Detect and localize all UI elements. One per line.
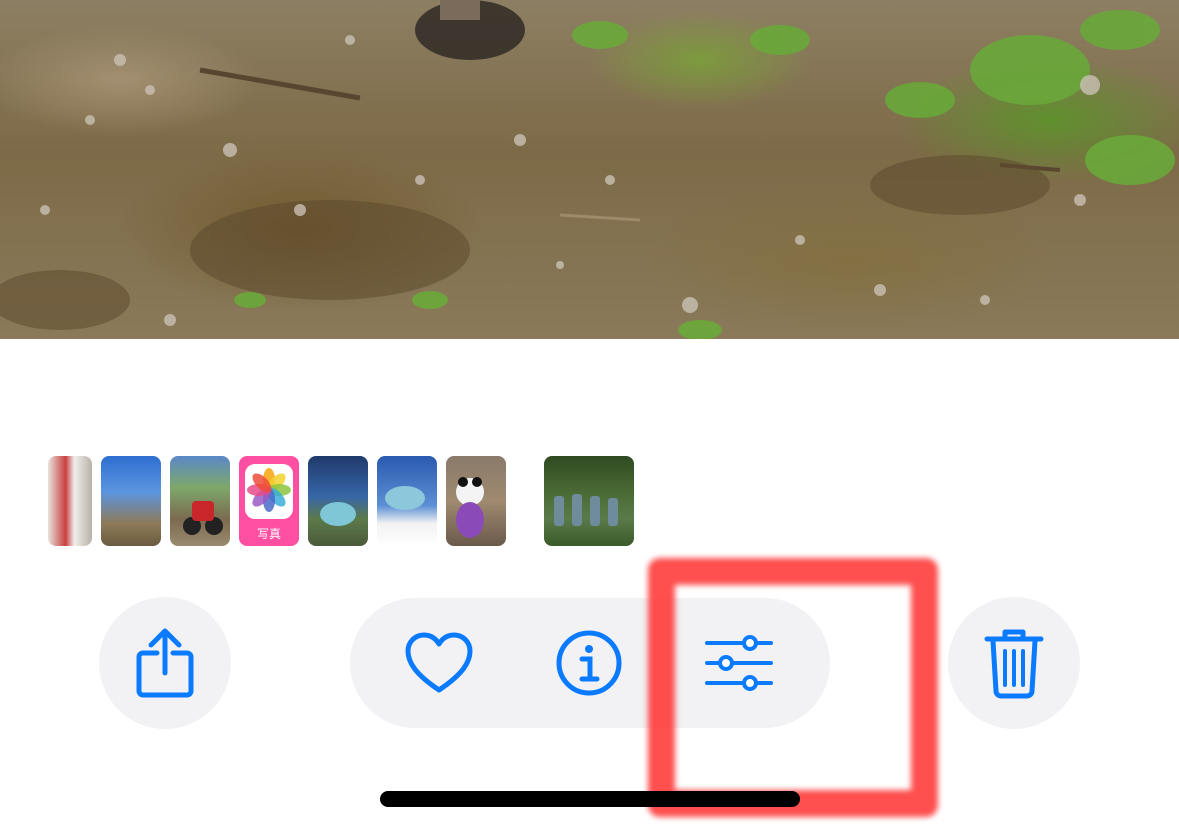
thumbnail[interactable] (170, 456, 230, 546)
info-icon (556, 630, 622, 696)
highlight-box (648, 558, 938, 817)
share-button[interactable] (99, 597, 231, 729)
photos-app-label: 写真 (256, 527, 281, 541)
info-button[interactable] (524, 598, 654, 728)
statues-icon (554, 494, 618, 526)
thumbnail[interactable] (48, 456, 92, 546)
trash-icon (984, 629, 1044, 699)
thumbnail[interactable] (101, 456, 161, 546)
delete-button[interactable] (948, 597, 1080, 729)
main-photo (0, 0, 1179, 339)
thumbnail-photos-app[interactable]: 写真 (239, 456, 299, 546)
thumbnail-strip[interactable]: 写真 (0, 456, 1179, 546)
thumbnail[interactable] (377, 456, 437, 546)
thumbnail[interactable] (544, 456, 634, 546)
favorite-button[interactable] (374, 598, 504, 728)
panda-icon (456, 477, 484, 538)
home-indicator[interactable] (380, 791, 800, 807)
motorbike-icon (183, 501, 223, 535)
thumbnail[interactable] (446, 456, 506, 546)
heart-icon (405, 632, 473, 693)
ground-texture (0, 0, 1175, 339)
statue-icon (320, 502, 356, 526)
statue-icon (385, 486, 425, 510)
photos-app-icon (245, 464, 293, 519)
thumbnail[interactable] (308, 456, 368, 546)
share-icon (136, 628, 194, 698)
